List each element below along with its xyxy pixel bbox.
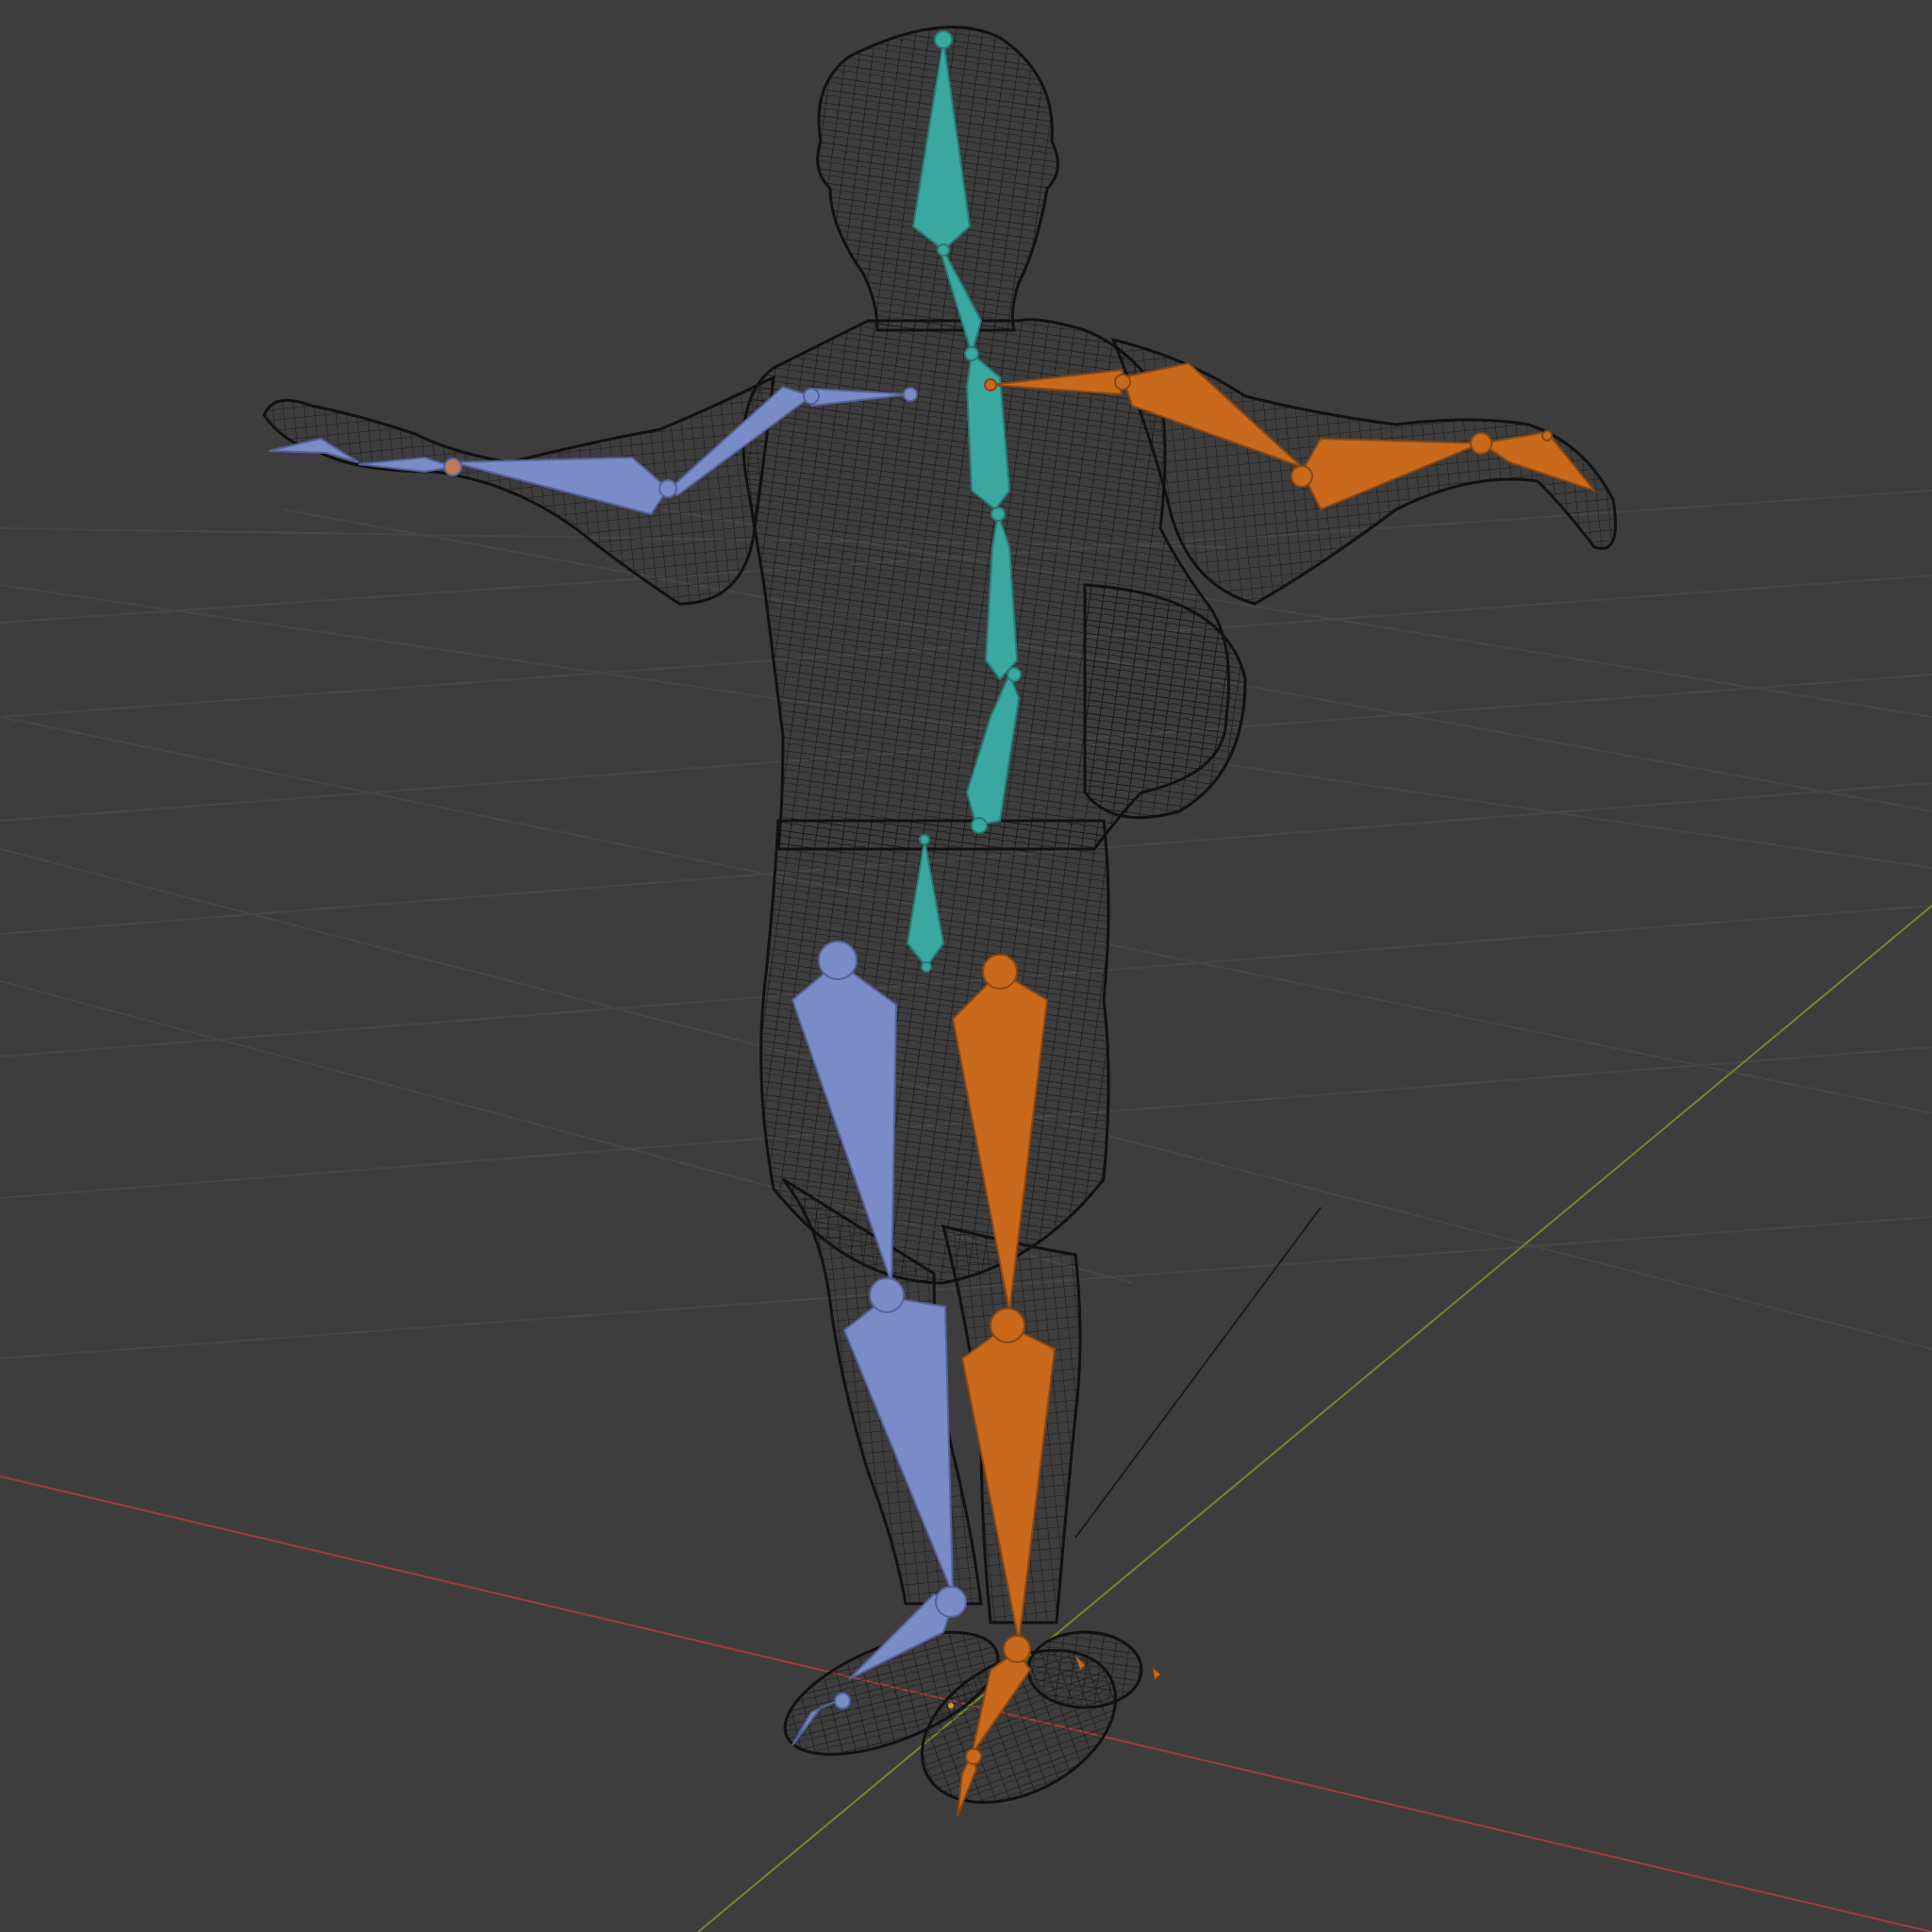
bone-right-shoulder-joint[interactable] [984, 378, 997, 391]
bone-neck-joint[interactable] [937, 243, 950, 257]
bone-left-knee-joint[interactable] [869, 1277, 905, 1313]
bone-pelvis-joint[interactable] [971, 817, 988, 834]
bone-left-ball-joint[interactable] [834, 1692, 851, 1709]
bone-right-finger-joint[interactable] [1541, 430, 1553, 441]
bone-left-shoulder-ball[interactable] [803, 388, 820, 405]
bone-chest-joint[interactable] [964, 346, 979, 361]
bone-right-ball-joint[interactable] [965, 1748, 982, 1765]
bone-right-knee-joint[interactable] [990, 1307, 1025, 1343]
viewport-canvas[interactable] [0, 0, 1932, 1932]
bone-left-ankle-joint[interactable] [935, 1586, 967, 1618]
bone-right-shoulder-ball[interactable] [1114, 374, 1131, 391]
bone-hips-joint[interactable] [919, 834, 930, 845]
bone-head-joint[interactable] [934, 30, 953, 49]
bone-right-ankle-joint[interactable] [1003, 1635, 1031, 1663]
bone-left-wrist-joint[interactable] [443, 458, 462, 476]
bone-left-shoulder-joint[interactable] [903, 387, 918, 402]
mesh-right-heel [1026, 1630, 1143, 1709]
origin-marker [948, 1703, 954, 1708]
bone-waist-joint[interactable] [1007, 667, 1022, 682]
3d-viewport[interactable] [0, 0, 1932, 1932]
bone-left-elbow-joint[interactable] [658, 479, 677, 498]
bone-spine-joint[interactable] [991, 507, 1006, 522]
bone-right-elbow-joint[interactable] [1291, 465, 1313, 488]
bone-left-hip-joint[interactable] [818, 941, 858, 980]
bone-right-hip-joint[interactable] [982, 954, 1018, 990]
bone-right-wrist-joint[interactable] [1470, 432, 1492, 455]
bone-hips-tail[interactable] [921, 961, 932, 973]
